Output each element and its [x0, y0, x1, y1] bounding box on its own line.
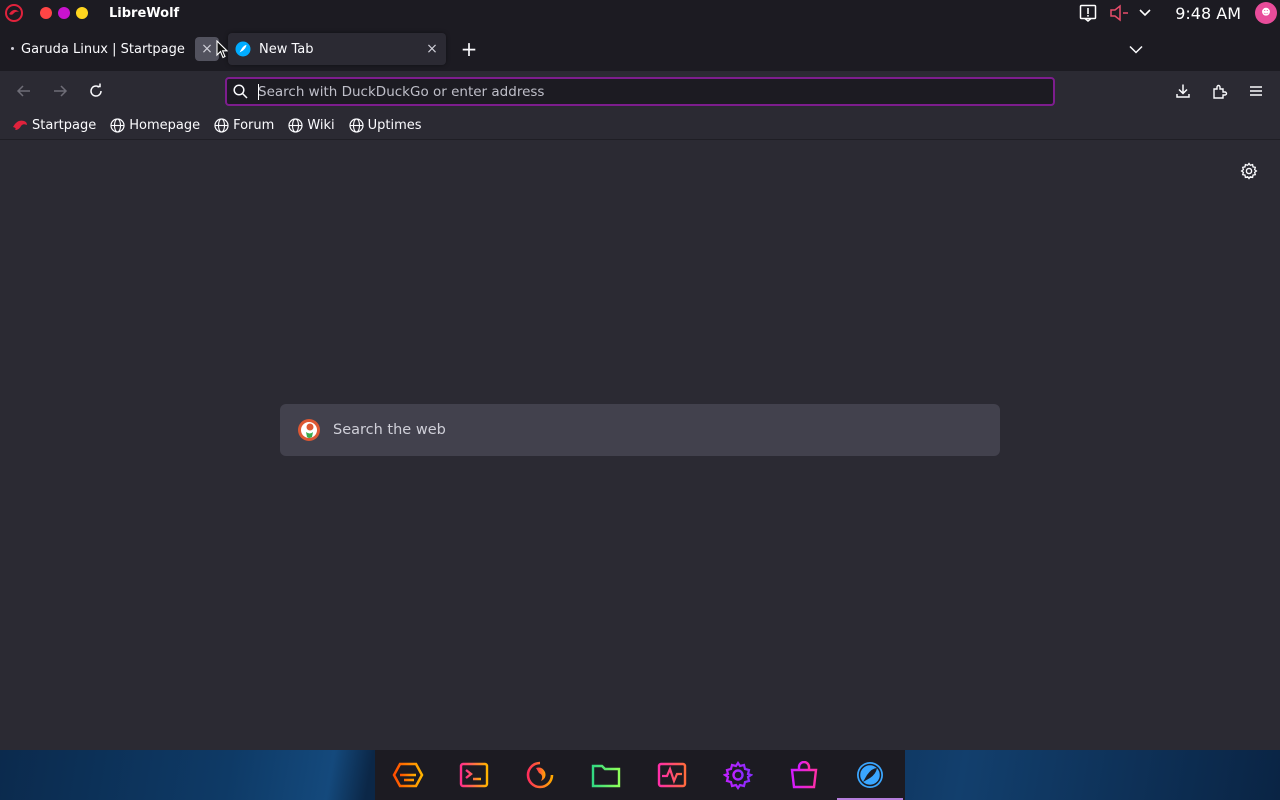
bookmarks-toolbar: Startpage Homepage Forum Wiki Uptimes: [0, 111, 1280, 140]
maximize-window-button[interactable]: [58, 7, 70, 19]
taskbar-dock: [0, 750, 1280, 800]
garuda-logo-icon[interactable]: [1, 0, 27, 26]
app-title: LibreWolf: [109, 5, 180, 21]
chevron-down-icon: [1129, 45, 1143, 54]
close-tab-button[interactable]: ×: [420, 37, 444, 61]
dock-firedragon[interactable]: [507, 750, 573, 800]
navigation-toolbar: [0, 71, 1280, 111]
system-monitor-icon: [657, 762, 687, 788]
new-tab-button[interactable]: +: [457, 37, 481, 61]
dock-software-store[interactable]: [771, 750, 837, 800]
tab-strip: Garuda Linux | Startpage × New Tab × +: [0, 26, 1280, 71]
system-tray-expand-icon[interactable]: [1139, 9, 1151, 17]
globe-icon: [214, 117, 229, 133]
minimize-window-button[interactable]: [76, 7, 88, 19]
app-menu-button[interactable]: [1244, 79, 1268, 103]
bookmark-label: Startpage: [32, 117, 97, 133]
window-controls: [40, 7, 88, 19]
globe-icon: [349, 117, 364, 133]
reload-icon: [90, 83, 102, 97]
system-top-bar: LibreWolf 9:48 AM ☻: [0, 0, 1280, 26]
hamburger-menu-icon: [1250, 86, 1262, 96]
software-store-icon: [790, 761, 818, 789]
url-input[interactable]: [258, 83, 1018, 100]
globe-icon: [110, 117, 125, 133]
bookmark-label: Uptimes: [367, 117, 422, 133]
download-icon: [1176, 84, 1190, 98]
gear-icon: [1240, 162, 1258, 180]
tab-loading-dot-icon: [11, 47, 14, 50]
user-avatar[interactable]: ☻: [1255, 2, 1277, 24]
bookmark-forum[interactable]: Forum: [214, 118, 274, 133]
files-icon: [591, 764, 621, 788]
duckduckgo-icon: [296, 417, 322, 443]
bookmark-label: Forum: [233, 117, 275, 133]
dock-terminal[interactable]: [441, 750, 507, 800]
dock-files[interactable]: [573, 750, 639, 800]
bookmark-label: Wiki: [307, 117, 335, 133]
librewolf-icon: [857, 762, 883, 788]
downloads-button[interactable]: [1171, 79, 1195, 103]
garuda-welcome-icon: [392, 762, 424, 788]
web-search-box[interactable]: [280, 404, 1000, 456]
notification-icon[interactable]: [1079, 4, 1097, 22]
bookmark-startpage[interactable]: Startpage: [12, 118, 96, 133]
arrow-left-icon: [16, 85, 30, 97]
extensions-button[interactable]: [1208, 79, 1232, 103]
personalize-settings-button[interactable]: [1238, 160, 1260, 182]
close-window-button[interactable]: [40, 7, 52, 19]
web-search-input[interactable]: [333, 422, 973, 438]
tab-garuda-startpage[interactable]: Garuda Linux | Startpage ×: [3, 33, 225, 65]
dock-librewolf[interactable]: [837, 750, 903, 800]
garuda-icon: [12, 118, 28, 132]
tab-new-tab[interactable]: New Tab ×: [228, 33, 446, 65]
tab-label: New Tab: [259, 41, 314, 57]
bookmark-homepage[interactable]: Homepage: [110, 118, 200, 133]
librewolf-tab-icon: [235, 41, 251, 57]
volume-muted-icon[interactable]: [1109, 4, 1129, 22]
dock-settings[interactable]: [705, 750, 771, 800]
bookmark-wiki[interactable]: Wiki: [288, 117, 335, 133]
new-tab-page: [0, 140, 1280, 750]
bookmark-uptimes[interactable]: Uptimes: [349, 118, 422, 133]
tab-label: Garuda Linux | Startpage: [21, 41, 185, 57]
dock-garuda-welcome[interactable]: [375, 750, 441, 800]
arrow-right-icon: [54, 85, 68, 97]
search-icon: [233, 84, 251, 99]
settings-icon: [723, 761, 753, 790]
dock-panel: [375, 750, 905, 800]
forward-button[interactable]: [48, 79, 72, 103]
globe-icon: [288, 117, 303, 133]
puzzle-piece-icon: [1213, 84, 1228, 99]
url-bar[interactable]: [225, 77, 1055, 106]
bookmark-label: Homepage: [129, 117, 201, 133]
back-button[interactable]: [12, 79, 36, 103]
mouse-cursor-icon: [216, 39, 229, 63]
firedragon-icon: [526, 761, 554, 789]
terminal-icon: [459, 762, 489, 788]
list-all-tabs-button[interactable]: [1124, 37, 1148, 61]
text-caret: [258, 84, 259, 100]
reload-button[interactable]: [84, 79, 108, 103]
clock[interactable]: 9:48 AM: [1175, 4, 1241, 23]
dock-system-monitor[interactable]: [639, 750, 705, 800]
